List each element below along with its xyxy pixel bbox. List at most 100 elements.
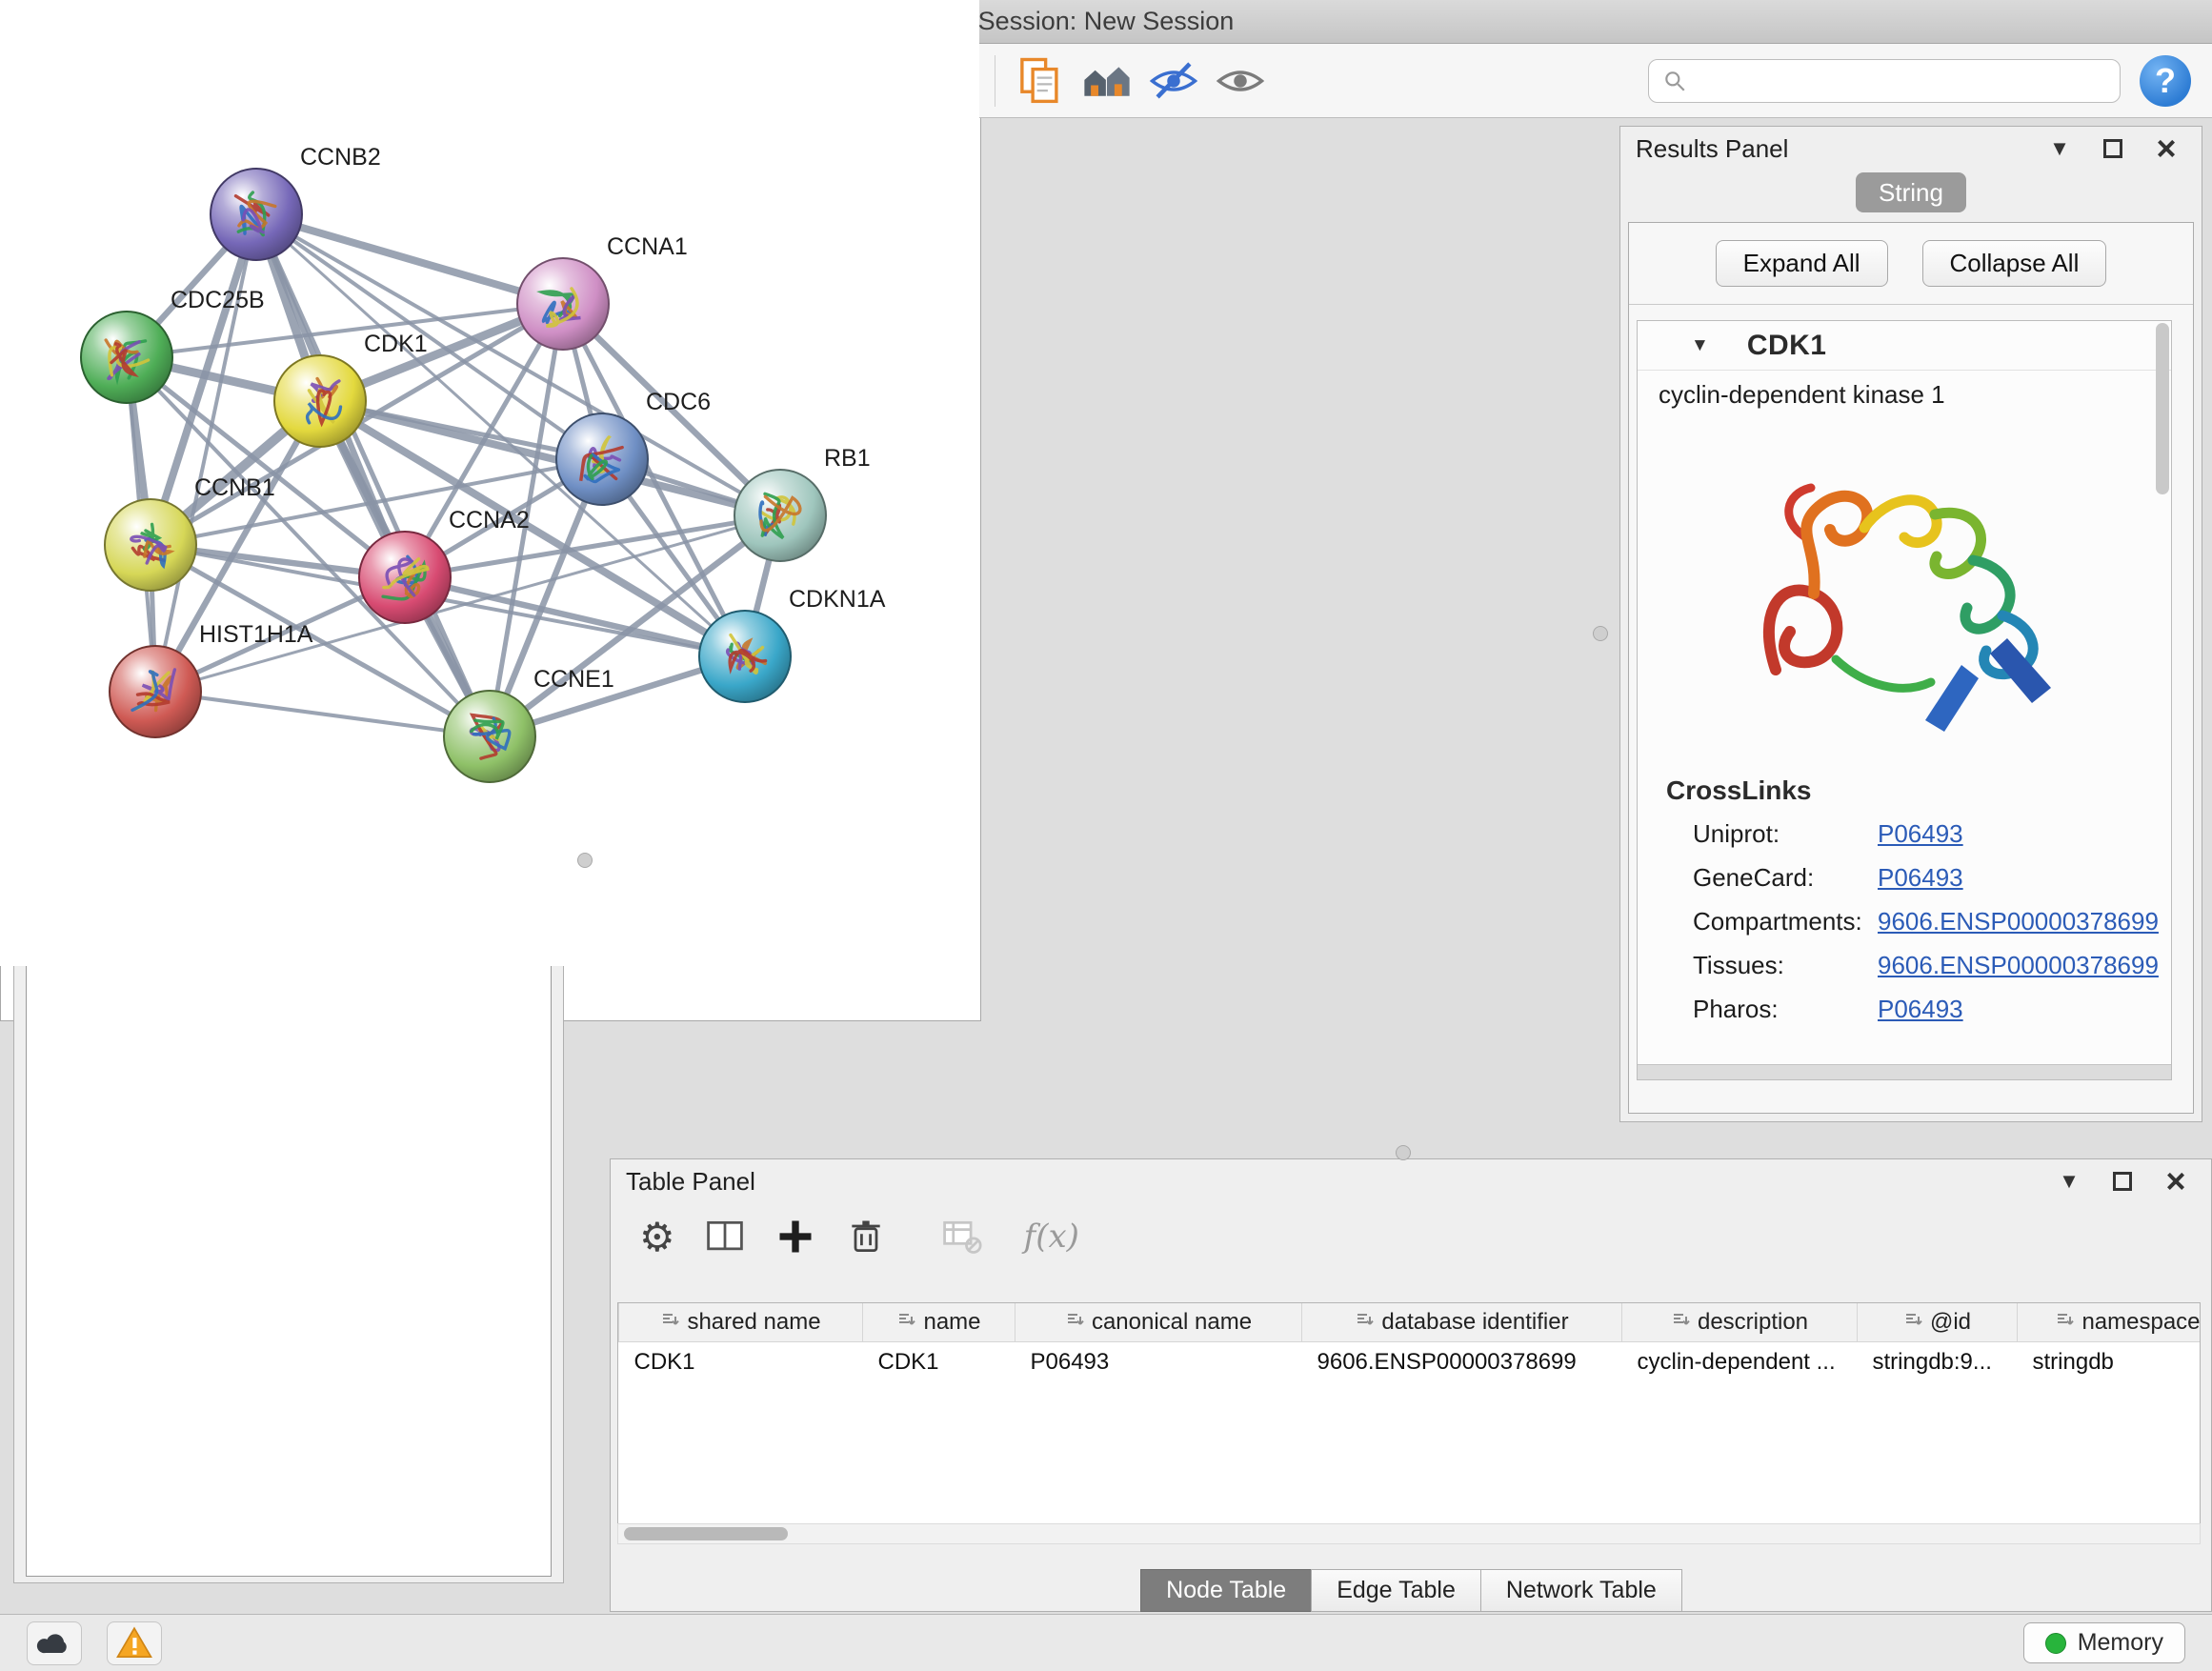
table-tabs: Node TableEdge TableNetwork Table xyxy=(611,1569,2211,1612)
node-label-RB1: RB1 xyxy=(824,445,871,472)
sort-icon xyxy=(1671,1309,1690,1336)
column-header-database-identifier[interactable]: database identifier xyxy=(1302,1303,1622,1341)
show-columns-icon[interactable] xyxy=(704,1216,746,1258)
crosslink-label: Tissues: xyxy=(1693,951,1874,980)
network-node-CCNB1[interactable]: CCNB1 xyxy=(105,474,275,591)
toolbar-search[interactable] xyxy=(1648,59,2121,103)
node-label-CDC25B: CDC25B xyxy=(171,287,265,313)
tab-string[interactable]: String xyxy=(1856,172,1966,212)
network-view: CCNB2CCNA1CDC25BCDK1CDC6RB1CCNB1CCNA2CDK… xyxy=(0,0,981,1021)
network-canvas[interactable]: CCNB2CCNA1CDC25BCDK1CDC6RB1CCNB1CCNA2CDK… xyxy=(0,0,979,966)
panel-menu-icon[interactable]: ▼ xyxy=(2049,1162,2089,1200)
tab-network-table[interactable]: Network Table xyxy=(1480,1569,1682,1612)
eye-icon xyxy=(1215,55,1266,107)
sort-icon xyxy=(2055,1309,2074,1336)
help-label: ? xyxy=(2155,61,2176,101)
copy-document-button[interactable] xyxy=(1007,50,1074,111)
column-header-shared-name[interactable]: shared name xyxy=(619,1303,863,1341)
section-disclosure-icon[interactable]: ▼ xyxy=(1691,335,1709,356)
crosslink-row: Compartments:9606.ENSP00000378699 xyxy=(1638,899,2171,943)
search-icon xyxy=(1662,69,1687,93)
expand-all-button[interactable]: Expand All xyxy=(1716,240,1888,287)
close-panel-icon[interactable]: × xyxy=(2146,130,2186,168)
splitter-grip[interactable] xyxy=(577,853,593,868)
node-label-HIST1H1A: HIST1H1A xyxy=(199,621,313,648)
column-header-canonical-name[interactable]: canonical name xyxy=(1016,1303,1302,1341)
crosslink-label: Uniprot: xyxy=(1693,819,1874,849)
table-settings-gear-icon[interactable]: ⚙ xyxy=(639,1214,675,1260)
protein-description: cyclin-dependent kinase 1 xyxy=(1638,371,2171,410)
add-column-icon[interactable] xyxy=(774,1216,816,1258)
memory-label: Memory xyxy=(2078,1629,2163,1657)
houses-icon xyxy=(1081,55,1133,107)
network-edge-CCNB2-CCNA1[interactable] xyxy=(256,214,563,304)
crosslink-link[interactable]: P06493 xyxy=(1878,863,1963,893)
next-section-strip xyxy=(1638,1064,2171,1079)
search-input[interactable] xyxy=(1697,68,2106,94)
node-label-CDK1: CDK1 xyxy=(364,331,428,357)
node-label-CDKN1A: CDKN1A xyxy=(789,586,886,613)
string-settings-button[interactable] xyxy=(1074,50,1140,111)
table-panel-title: Table Panel xyxy=(626,1167,755,1197)
protein-section: ▼ CDK1 cyclin-dependent kinase 1 xyxy=(1637,320,2172,1080)
network-edge-HIST1H1A-CCNE1[interactable] xyxy=(155,692,490,736)
network-node-HIST1H1A[interactable]: HIST1H1A xyxy=(110,621,313,737)
memory-status-dot xyxy=(2045,1633,2066,1654)
window-title: Session: New Session xyxy=(978,7,1235,36)
crosslink-link[interactable]: P06493 xyxy=(1878,995,1963,1024)
crosslink-label: GeneCard: xyxy=(1693,863,1874,893)
network-node-CCNA1[interactable]: CCNA1 xyxy=(517,233,688,350)
results-scrollbar-thumb[interactable] xyxy=(2156,323,2169,494)
cloud-status-button[interactable] xyxy=(27,1621,82,1665)
sort-icon xyxy=(1355,1309,1374,1336)
float-panel-icon[interactable] xyxy=(2102,1162,2142,1200)
eye-slash-icon xyxy=(1148,55,1199,107)
tab-edge-table[interactable]: Edge Table xyxy=(1311,1569,1481,1612)
node-label-CCNA1: CCNA1 xyxy=(607,233,688,260)
node-label-CCNB1: CCNB1 xyxy=(194,474,275,501)
function-builder-icon[interactable]: f(x) xyxy=(1024,1218,1079,1256)
delete-column-icon[interactable] xyxy=(845,1216,887,1258)
delete-table-disabled-icon xyxy=(940,1216,982,1258)
string-show-button[interactable] xyxy=(1207,50,1274,111)
attribute-table: shared namenamecanonical namedatabase id… xyxy=(618,1303,2201,1383)
scrollbar-thumb[interactable] xyxy=(624,1527,788,1540)
sort-icon xyxy=(1065,1309,1084,1336)
column-header-@id[interactable]: @id xyxy=(1858,1303,2018,1341)
application-window: Session: New Session ? Control xyxy=(0,0,2212,1671)
column-header-namespace[interactable]: namespace xyxy=(2018,1303,2202,1341)
float-panel-icon[interactable] xyxy=(2093,130,2133,168)
crosslink-link[interactable]: 9606.ENSP00000378699 xyxy=(1878,907,2159,936)
network-node-CCNE1[interactable]: CCNE1 xyxy=(444,666,614,782)
panel-menu-icon[interactable]: ▼ xyxy=(2040,130,2080,168)
splitter-grip[interactable] xyxy=(1396,1145,1411,1160)
network-node-RB1[interactable]: RB1 xyxy=(734,445,871,561)
node-label-CCNE1: CCNE1 xyxy=(533,666,614,693)
memory-button[interactable]: Memory xyxy=(2023,1622,2185,1663)
results-panel-title: Results Panel xyxy=(1636,134,1788,164)
node-label-CCNB2: CCNB2 xyxy=(300,144,381,171)
column-header-description[interactable]: description xyxy=(1622,1303,1858,1341)
crosslink-link[interactable]: P06493 xyxy=(1878,819,1963,849)
collapse-all-button[interactable]: Collapse All xyxy=(1922,240,2107,287)
table-row[interactable]: CDK1CDK1P064939606.ENSP00000378699cyclin… xyxy=(619,1341,2202,1383)
results-panel: Results Panel ▼ × String Expand All Coll… xyxy=(1619,126,2202,1122)
protein-name: CDK1 xyxy=(1747,330,1827,362)
close-panel-icon[interactable]: × xyxy=(2156,1162,2196,1200)
network-edge-CCNB2-CCNE1[interactable] xyxy=(256,214,490,736)
column-header-name[interactable]: name xyxy=(863,1303,1016,1341)
crosslink-row: GeneCard:P06493 xyxy=(1638,856,2171,899)
crosslink-link[interactable]: 9606.ENSP00000378699 xyxy=(1878,951,2159,980)
crosslinks-title: CrossLinks xyxy=(1638,751,2171,812)
table-horizontal-scrollbar[interactable] xyxy=(617,1523,2201,1544)
help-button[interactable]: ? xyxy=(2140,55,2191,107)
string-hide-button[interactable] xyxy=(1140,50,1207,111)
document-copy-icon xyxy=(1015,55,1066,107)
splitter-grip[interactable] xyxy=(1593,626,1608,641)
network-node-CDKN1A[interactable]: CDKN1A xyxy=(699,586,886,702)
node-table: shared namenamecanonical namedatabase id… xyxy=(617,1302,2201,1544)
network-node-CDK1[interactable]: CDK1 xyxy=(274,331,428,447)
tab-node-table[interactable]: Node Table xyxy=(1140,1569,1312,1612)
warnings-button[interactable] xyxy=(107,1621,162,1665)
node-label-CDC6: CDC6 xyxy=(646,389,711,415)
